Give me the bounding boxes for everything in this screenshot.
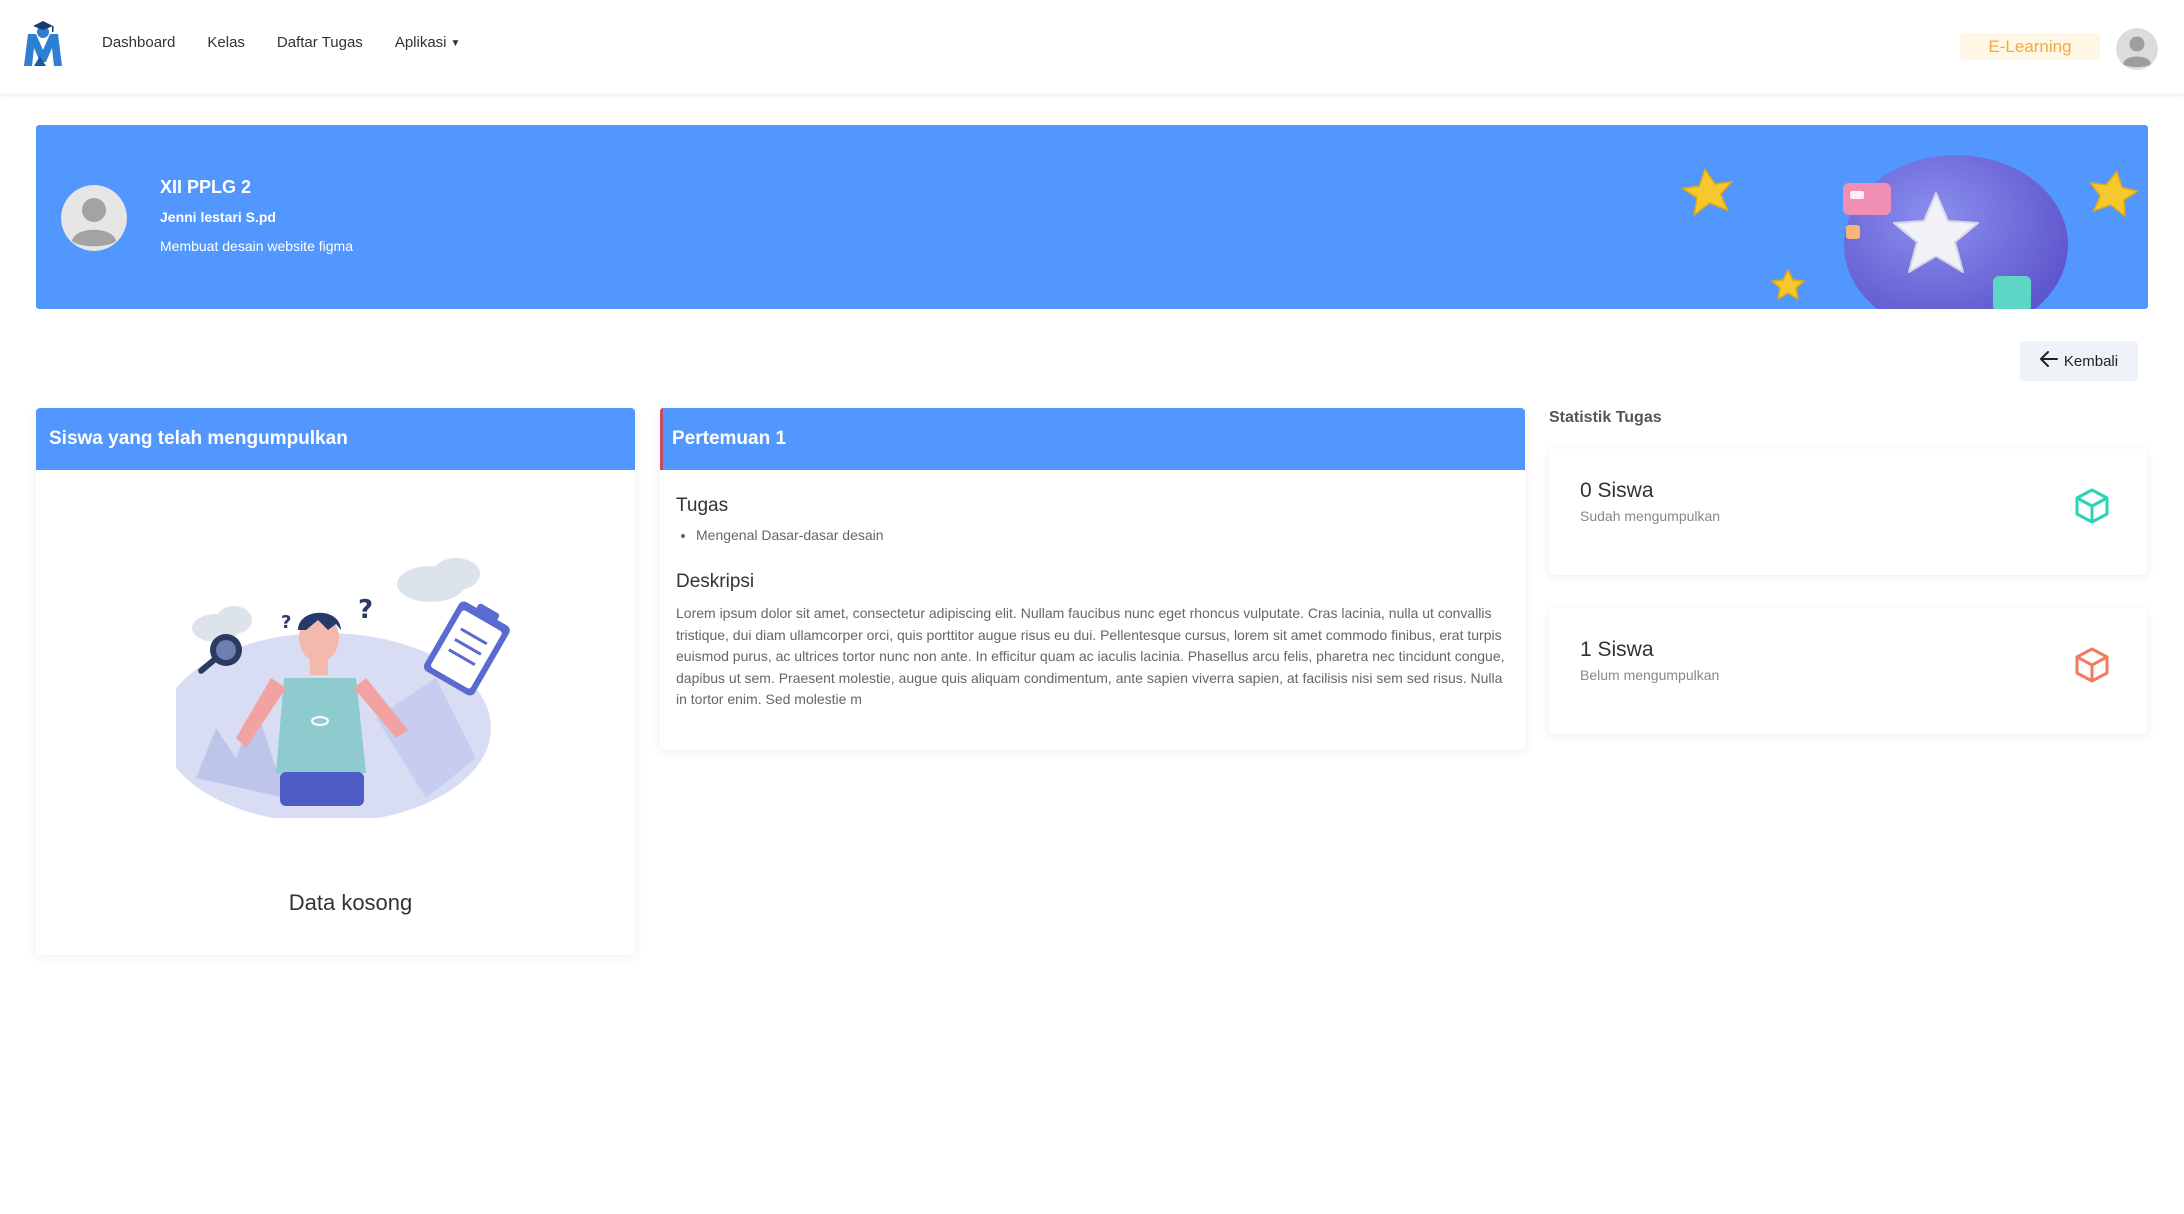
class-banner: XII PPLG 2 Jenni lestari S.pd Membuat de… [36,125,2148,309]
subject-name: Membuat desain website figma [160,238,353,254]
graduate-m-logo-icon[interactable] [22,20,64,68]
stat-label: Sudah mengumpulkan [1580,508,1721,524]
caret-down-icon: ▼ [450,37,461,49]
back-button-label: Kembali [2063,352,2119,370]
confused-person-illustration: ? ? [161,558,536,823]
empty-state-text: Data kosong [288,890,413,915]
cube-icon [2073,646,2111,684]
header-accent-bar [660,408,663,470]
stars-decoration-illustration [1636,125,2148,309]
stats-title: Statistik Tugas [1549,409,1662,426]
svg-text:?: ? [281,612,291,633]
stat-card-submitted: 0 Siswa Sudah mengumpulkan [1549,449,2147,575]
submitted-students-title: Siswa yang telah mengumpulkan [36,408,635,470]
nav-dropdown-aplikasi[interactable]: Aplikasi ▼ [395,34,461,51]
task-list: Mengenal Dasar-dasar desain [696,527,884,543]
stat-value: 0 Siswa [1580,479,1654,502]
teacher-name: Jenni lestari S.pd [160,209,276,225]
nav-link-dashboard[interactable]: Dashboard [102,34,175,51]
description-text: Lorem ipsum dolor sit amet, consectetur … [676,605,1505,707]
meeting-card-header: Pertemuan 1 [660,408,1525,470]
top-navbar: Dashboard Kelas Daftar Tugas Aplikasi ▼ E… [0,0,2184,94]
user-avatar-icon[interactable] [2116,28,2158,70]
arrow-left-icon [2039,351,2058,371]
nav-link-daftar-tugas[interactable]: Daftar Tugas [277,34,363,51]
class-name: XII PPLG 2 [160,177,252,197]
elearning-badge: E-Learning [1960,33,2100,60]
submitted-students-card: Siswa yang telah mengumpulkan ? ? Data k… [36,408,635,955]
task-item: Mengenal Dasar-dasar desain [696,527,884,543]
task-heading: Tugas [676,495,729,516]
svg-text:?: ? [358,595,373,625]
nav-link-aplikasi-label: Aplikasi [394,34,447,51]
stat-value: 1 Siswa [1580,638,1654,661]
cube-icon [2073,487,2111,525]
stat-label: Belum mengumpulkan [1580,667,1720,683]
teacher-avatar-icon [61,185,127,251]
stat-card-not-submitted: 1 Siswa Belum mengumpulkan [1549,608,2147,734]
back-button[interactable]: Kembali [2020,341,2138,381]
description-heading: Deskripsi [676,571,755,592]
meeting-card: Pertemuan 1 Tugas Mengenal Dasar-dasar d… [660,408,1525,750]
nav-link-kelas[interactable]: Kelas [207,34,245,51]
meeting-title: Pertemuan 1 [672,428,787,449]
